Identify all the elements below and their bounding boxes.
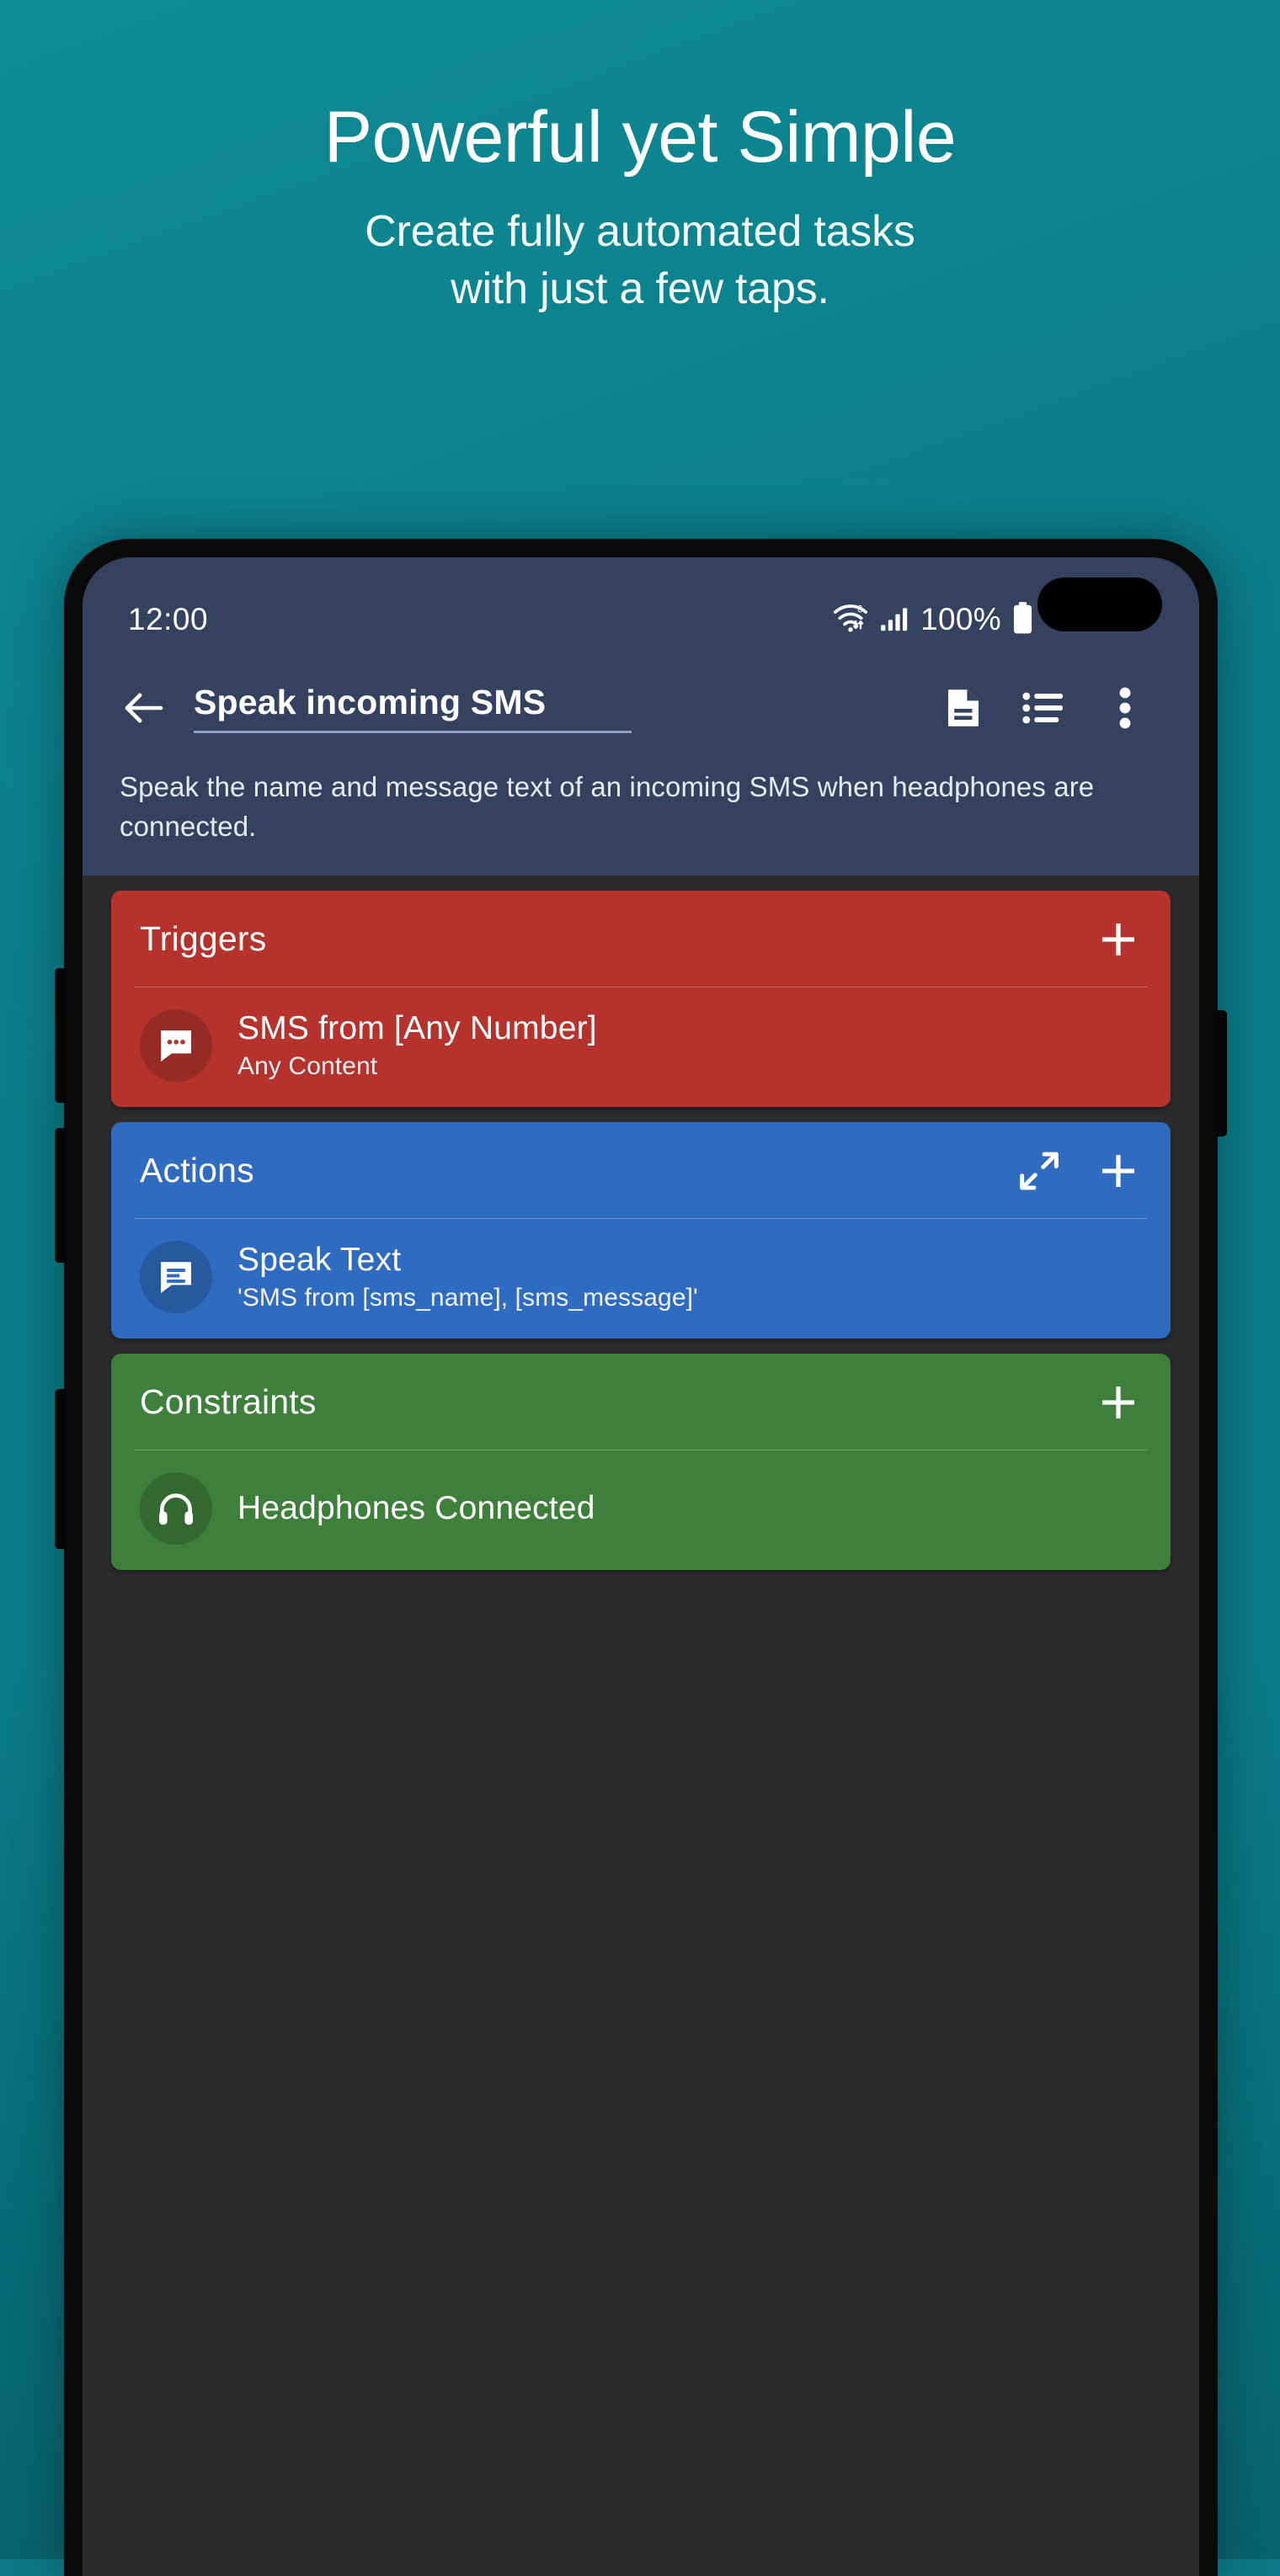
add-constraint-button[interactable] xyxy=(1095,1379,1142,1426)
front-camera-cutout xyxy=(1037,577,1162,631)
section-constraints-header: Constraints xyxy=(111,1354,1171,1450)
list-icon[interactable] xyxy=(1004,676,1085,740)
trigger-item-subtitle: Any Content xyxy=(237,1051,378,1080)
wifi-6-icon: 6 xyxy=(831,601,870,639)
trigger-item-title: SMS from [Any Number] xyxy=(237,1009,597,1046)
power-button[interactable] xyxy=(55,1389,66,1549)
trigger-list-item[interactable]: SMS from [Any Number] Any Content xyxy=(111,987,1171,1107)
task-title-text: Speak incoming SMS xyxy=(194,683,632,733)
expand-arrows-icon[interactable] xyxy=(1016,1147,1063,1195)
svg-text:6: 6 xyxy=(857,604,862,615)
side-key-button[interactable] xyxy=(1216,1010,1227,1136)
hero-section: Powerful yet Simple Create fully automat… xyxy=(0,99,1280,317)
section-constraints: Constraints Headphones Connected xyxy=(111,1353,1171,1570)
action-item-subtitle: 'SMS from [sms_name], [sms_message]' xyxy=(237,1283,698,1312)
hero-headline: Powerful yet Simple xyxy=(323,97,957,178)
section-actions: Actions Speak Text 'SMS from [sms_name],… xyxy=(111,1121,1171,1339)
battery-percent-label: 100% xyxy=(920,602,1001,636)
headphones-icon xyxy=(140,1472,212,1545)
action-list-item[interactable]: Speak Text 'SMS from [sms_name], [sms_me… xyxy=(111,1219,1171,1339)
speak-text-icon xyxy=(140,1240,212,1313)
status-indicators: 6 100% xyxy=(831,601,1034,639)
section-triggers: Triggers SMS from [Any Number] Any Conte… xyxy=(111,890,1171,1107)
action-item-title: Speak Text xyxy=(237,1241,402,1278)
sms-message-icon xyxy=(140,1009,212,1082)
volume-down-button[interactable] xyxy=(55,1128,66,1263)
status-bar: 12:00 6 100% xyxy=(83,557,1199,658)
hero-subline-line2: with just a few taps. xyxy=(451,263,829,313)
back-arrow-icon[interactable] xyxy=(116,681,170,735)
hero-subline-line1: Create fully automated tasks xyxy=(365,207,915,257)
section-triggers-title: Triggers xyxy=(140,919,267,959)
constraint-list-item[interactable]: Headphones Connected xyxy=(111,1450,1171,1570)
status-clock: 12:00 xyxy=(128,602,209,636)
cellular-signal-icon xyxy=(880,603,910,637)
phone-mockup: 12:00 6 100% Speak incoming SMS Speak th… xyxy=(55,539,1227,2576)
app-bar: Speak incoming SMS xyxy=(83,658,1199,753)
section-constraints-title: Constraints xyxy=(140,1382,317,1422)
section-triggers-header: Triggers xyxy=(111,891,1171,987)
phone-screen: 12:00 6 100% Speak incoming SMS Speak th… xyxy=(83,557,1199,2576)
document-icon[interactable] xyxy=(923,676,1004,740)
add-action-button[interactable] xyxy=(1095,1147,1142,1195)
add-trigger-button[interactable] xyxy=(1095,916,1142,963)
constraint-item-title: Headphones Connected xyxy=(237,1489,595,1526)
overflow-menu-icon[interactable] xyxy=(1085,676,1165,740)
hero-subline: Create fully automated tasks with just a… xyxy=(0,204,1280,317)
section-actions-header: Actions xyxy=(111,1122,1171,1218)
task-description: Speak the name and message text of an in… xyxy=(83,753,1199,876)
section-actions-title: Actions xyxy=(140,1151,254,1190)
app-bar-actions xyxy=(923,676,1165,740)
battery-full-icon xyxy=(1011,601,1034,639)
volume-up-button[interactable] xyxy=(55,968,66,1103)
task-sections: Triggers SMS from [Any Number] Any Conte… xyxy=(83,890,1199,1570)
task-title-field[interactable]: Speak incoming SMS xyxy=(194,683,923,733)
